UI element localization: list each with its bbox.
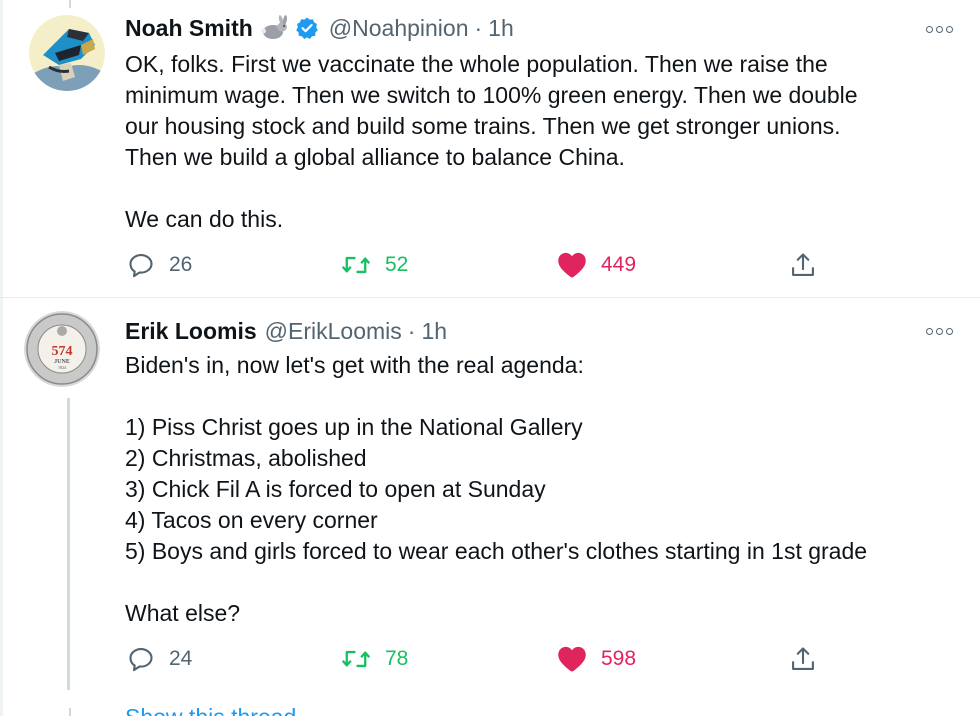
like-button[interactable]: 449: [557, 249, 636, 281]
thread-connector-bottom: [69, 708, 71, 716]
author-handle[interactable]: @Noahpinion: [329, 15, 469, 42]
tweet-timestamp[interactable]: 1h: [488, 15, 514, 42]
heart-icon: [558, 252, 586, 278]
tweet-noah-smith[interactable]: Noah Smith @Noahpinion · 1h OK, folks. F…: [0, 0, 980, 298]
share-icon: [792, 647, 814, 670]
like-count: 598: [601, 647, 637, 670]
tweet-text: OK, folks. First we vaccinate the whole …: [125, 51, 858, 232]
tweet-actions: 26 52 449: [125, 249, 825, 281]
author-handle[interactable]: @ErikLoomis: [265, 318, 402, 345]
reply-icon: [129, 254, 153, 278]
avatar-image: [29, 15, 105, 91]
share-button[interactable]: [789, 249, 817, 281]
tweet-header: Erik Loomis @ErikLoomis · 1h: [125, 316, 447, 346]
retweet-icon: [341, 256, 371, 274]
avatar-image: 574 JUNE 1924: [24, 311, 100, 387]
separator-dot: ·: [474, 14, 483, 41]
retweet-icon: [341, 650, 371, 668]
reply-button[interactable]: 26: [127, 249, 192, 281]
more-options-icon[interactable]: [924, 23, 954, 35]
avatar[interactable]: [29, 15, 105, 91]
share-icon: [792, 253, 814, 276]
like-count: 449: [601, 253, 637, 276]
tweet-text: Biden's in, now let's get with the real …: [125, 352, 868, 626]
reply-count: 24: [169, 647, 193, 670]
retweet-count: 52: [385, 253, 409, 276]
tweet-header: Noah Smith @Noahpinion · 1h: [125, 13, 514, 43]
more-options-icon[interactable]: [924, 325, 954, 337]
separator-dot: ·: [407, 317, 416, 344]
reply-button[interactable]: 24: [127, 643, 192, 675]
retweet-button[interactable]: 52: [341, 249, 408, 281]
retweet-button[interactable]: 78: [341, 643, 408, 675]
avatar-badge-number: 574: [52, 344, 73, 359]
retweet-count: 78: [385, 647, 409, 670]
share-button[interactable]: [789, 643, 817, 675]
avatar-badge-year: 1924: [58, 365, 66, 370]
rabbit-emoji-icon: [259, 15, 289, 41]
reply-icon: [129, 648, 153, 672]
thread-connector: [67, 398, 70, 690]
like-button[interactable]: 598: [557, 643, 636, 675]
tweet-timestamp[interactable]: 1h: [421, 318, 447, 345]
tweet-actions: 24 78 598: [125, 643, 825, 675]
heart-icon: [558, 646, 586, 672]
author-name[interactable]: Erik Loomis: [125, 318, 257, 345]
author-name[interactable]: Noah Smith: [125, 15, 253, 42]
verified-badge-icon: [295, 16, 319, 40]
avatar[interactable]: 574 JUNE 1924: [24, 311, 100, 387]
reply-count: 26: [169, 253, 193, 276]
show-thread-link[interactable]: Show this thread: [125, 704, 296, 716]
